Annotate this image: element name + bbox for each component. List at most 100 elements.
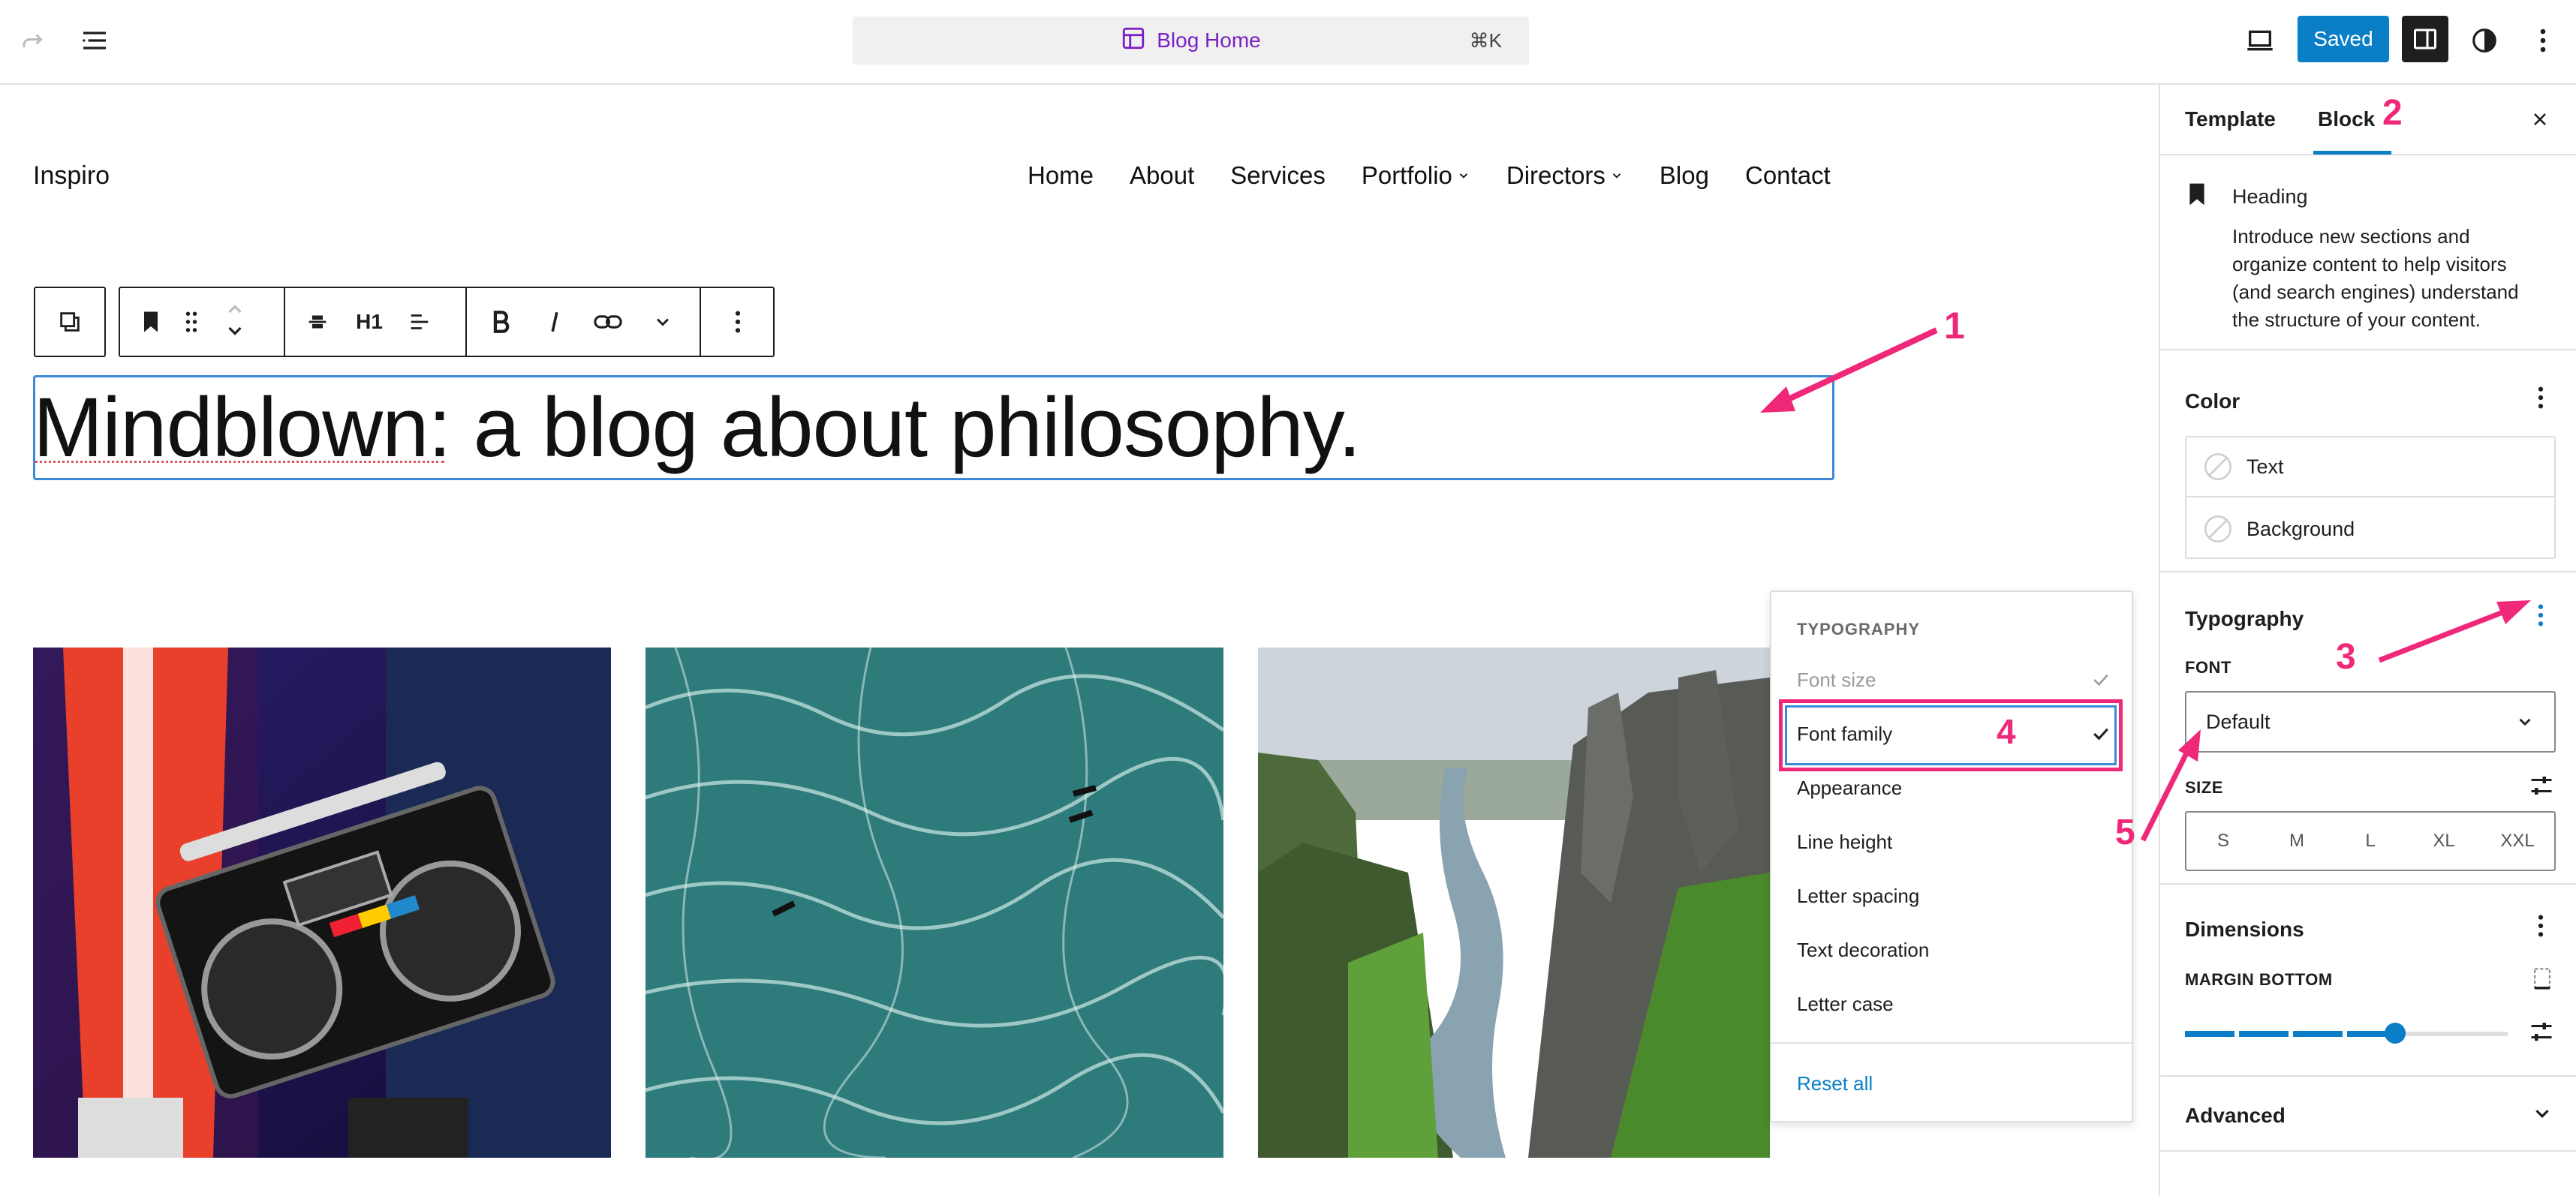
menu-item-letter-case[interactable]: Letter case [1797, 993, 1894, 1016]
menu-item-focus-ring [1785, 705, 2117, 765]
annotation-arrow-5 [2140, 729, 2201, 842]
menu-group-header: TYPOGRAPHY [1797, 620, 1921, 639]
move-up-down-control[interactable] [224, 299, 249, 347]
color-items-group: Text Background [2185, 436, 2556, 559]
bold-icon[interactable] [483, 305, 518, 339]
italic-icon[interactable] [537, 305, 572, 339]
nav-item-about[interactable]: About [1130, 161, 1194, 190]
desktop-preview-icon[interactable] [2240, 21, 2280, 60]
advanced-panel-title: Advanced [2185, 1104, 2286, 1127]
more-rich-text-icon[interactable] [646, 305, 680, 339]
margin-bottom-slider[interactable] [2185, 1023, 2508, 1044]
settings-sidebar-toggle-icon[interactable] [2402, 16, 2448, 62]
color-item-text[interactable]: Text [2186, 437, 2554, 497]
advanced-panel[interactable]: Advanced [2160, 1077, 2576, 1152]
menu-divider [1771, 1042, 2132, 1044]
color-item-background[interactable]: Background [2186, 499, 2554, 559]
keyboard-shortcut: ⌘K [1469, 29, 1502, 52]
menu-item-font-size[interactable]: Font size [1797, 669, 2112, 692]
size-option-xxl[interactable]: XXL [2481, 813, 2554, 870]
block-parent-selector[interactable] [34, 287, 106, 357]
annotation-label-3: 3 [2336, 637, 2356, 677]
gallery-image-ocean[interactable] [646, 648, 1223, 1158]
annotation-label-4: 4 [1997, 712, 2016, 751]
typography-panel-title: Typography [2185, 607, 2304, 630]
size-option-l[interactable]: L [2334, 813, 2407, 870]
align-icon[interactable] [300, 305, 335, 339]
color-swatch-empty-icon [2204, 515, 2231, 542]
size-option-m[interactable]: M [2260, 813, 2334, 870]
command-title: Blog Home [1157, 29, 1261, 52]
text-align-icon[interactable] [402, 305, 437, 339]
active-tab-indicator [2313, 151, 2391, 155]
chevron-up-icon[interactable] [224, 299, 246, 318]
panel-options-icon[interactable] [2537, 385, 2544, 410]
menu-item-line-height[interactable]: Line height [1797, 831, 1892, 854]
close-icon[interactable] [2523, 103, 2556, 136]
styles-icon[interactable] [2465, 21, 2504, 60]
annotation-label-5: 5 [2115, 813, 2135, 852]
font-family-value: Default [2206, 710, 2271, 733]
toolbar-divider [284, 288, 285, 356]
nav-item-blog[interactable]: Blog [1660, 161, 1709, 190]
typography-options-menu: TYPOGRAPHY Font size Font family Appeara… [1770, 590, 2133, 1122]
panel-options-icon[interactable] [2537, 913, 2544, 939]
menu-item-letter-spacing[interactable]: Letter spacing [1797, 885, 1919, 908]
link-icon[interactable] [588, 305, 627, 339]
sidebar-tabs: Template Block 2 [2160, 85, 2576, 155]
heading-block-icon[interactable] [134, 305, 168, 339]
command-palette-button[interactable]: Blog Home ⌘K [853, 17, 1529, 65]
color-swatch-empty-icon [2204, 453, 2231, 480]
nav-item-services[interactable]: Services [1230, 161, 1326, 190]
menu-item-text-decoration[interactable]: Text decoration [1797, 939, 1929, 962]
color-panel: Color Text Background [2160, 350, 2576, 572]
annotation-arrow-3 [2378, 600, 2531, 663]
margin-bottom-label: MARGIN BOTTOM [2185, 970, 2333, 989]
nav-item-home[interactable]: Home [1028, 161, 1094, 190]
menu-item-appearance[interactable]: Appearance [1797, 777, 1902, 800]
site-navigation: Home About Services Portfolio Directors … [1028, 161, 1831, 190]
toolbar-divider [700, 288, 701, 356]
nav-item-portfolio-label: Portfolio [1361, 161, 1452, 189]
drag-handle-icon[interactable] [179, 305, 204, 339]
document-overview-icon[interactable] [75, 21, 114, 60]
nav-item-directors[interactable]: Directors [1506, 161, 1624, 190]
chevron-down-icon [1459, 173, 1468, 179]
tab-block[interactable]: Block [2318, 107, 2375, 131]
chevron-down-icon [2519, 718, 2531, 726]
font-label: FONT [2185, 658, 2231, 677]
duplicate-icon [60, 312, 80, 332]
color-panel-title: Color [2185, 389, 2240, 413]
custom-margin-icon[interactable] [2528, 1018, 2555, 1045]
heading-level-button[interactable]: H1 [350, 305, 389, 339]
gallery-image-boombox[interactable] [33, 648, 611, 1158]
redo-icon[interactable] [15, 23, 51, 59]
color-item-label: Text [2246, 455, 2284, 478]
size-option-xl[interactable]: XL [2407, 813, 2481, 870]
custom-size-icon[interactable] [2528, 772, 2555, 799]
spellcheck-underline [35, 461, 444, 463]
slider-thumb[interactable] [2384, 1023, 2406, 1044]
options-menu-icon[interactable] [2528, 21, 2558, 60]
chevron-down-icon [1612, 173, 1621, 179]
chevron-down-icon [2535, 1110, 2549, 1118]
site-title[interactable]: Inspiro [33, 161, 110, 191]
link-sides-icon[interactable] [2531, 966, 2553, 991]
nav-item-directors-label: Directors [1506, 161, 1605, 189]
nav-item-contact[interactable]: Contact [1745, 161, 1831, 190]
block-card-title: Heading [2232, 185, 2308, 208]
font-family-select[interactable]: Default [2185, 691, 2556, 753]
block-options-icon[interactable] [721, 305, 755, 339]
annotation-label-2: 2 [2382, 93, 2403, 133]
gallery-image-canyon[interactable] [1258, 648, 1770, 1158]
annotation-arrow-1 [1760, 327, 1938, 413]
font-size-picker: S M L XL XXL [2185, 811, 2556, 871]
menu-item-label: Font size [1797, 669, 1876, 691]
tab-template[interactable]: Template [2185, 107, 2276, 131]
nav-item-portfolio[interactable]: Portfolio [1362, 161, 1470, 190]
block-card-description: Introduce new sections and organize cont… [2232, 225, 2519, 331]
reset-all-button[interactable]: Reset all [1797, 1072, 1873, 1095]
block-toolbar: H1 [119, 287, 775, 357]
saved-button[interactable]: Saved [2298, 16, 2389, 62]
chevron-down-icon[interactable] [224, 322, 246, 341]
